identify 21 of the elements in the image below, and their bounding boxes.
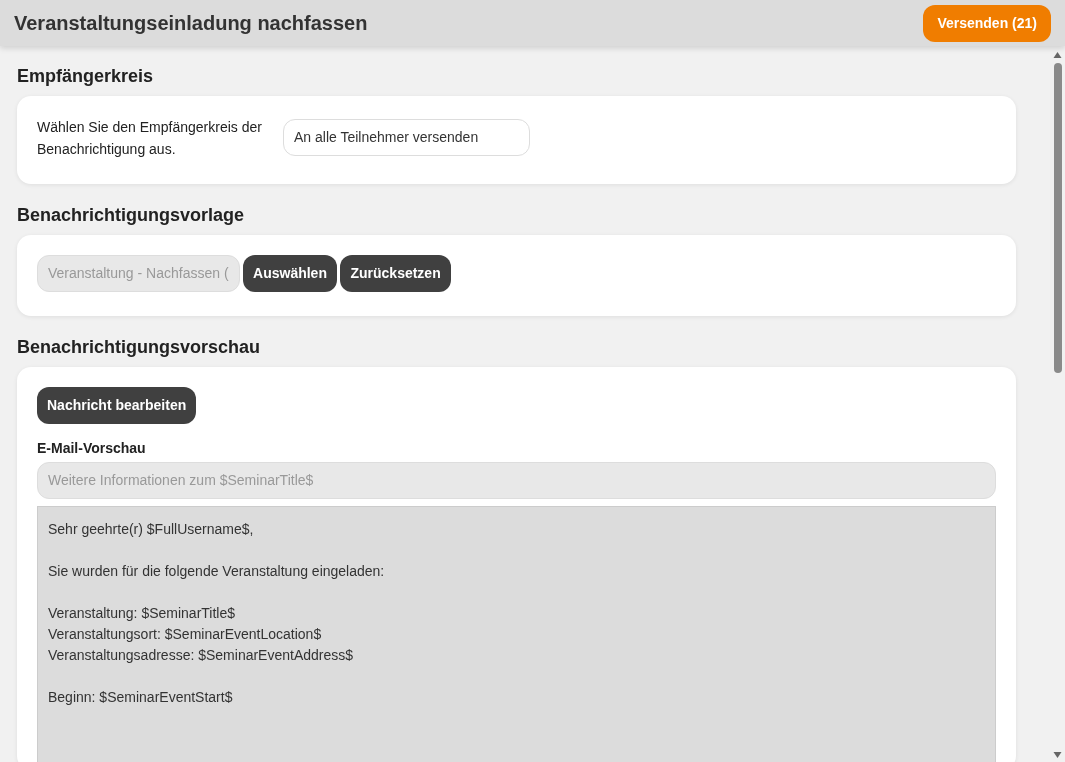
email-text-line: Veranstaltung: $SeminarTitle$ bbox=[48, 604, 237, 624]
scroll-down-icon[interactable] bbox=[1053, 751, 1062, 759]
recipient-select[interactable]: An alle Teilnehmer versenden bbox=[283, 119, 530, 157]
field-label: Wählen Sie den Empfängerkreis der Benachrichtigung aus. bbox=[37, 117, 262, 159]
section-heading: Empfängerkreis bbox=[17, 66, 155, 88]
reset-button[interactable]: Zurücksetzen bbox=[340, 254, 451, 292]
subject-field: Weitere Informationen zum $SeminarTitle$ bbox=[37, 462, 996, 500]
template-field: Veranstaltung - Nachfassen ( bbox=[37, 254, 240, 292]
edit-message-button[interactable]: Nachricht bearbeiten bbox=[37, 386, 197, 424]
email-text-line: Sie wurden für die folgende Veranstaltung eingeladen: bbox=[48, 562, 386, 582]
email-text-line: Beginn: $SeminarEventStart$ bbox=[48, 688, 234, 708]
scrollbar-thumb[interactable] bbox=[1053, 63, 1062, 373]
page-title: Veranstaltungseinladung nachfassen bbox=[14, 11, 368, 35]
section-heading: Benachrichtigungsvorschau bbox=[17, 336, 262, 359]
email-text-line: Veranstaltungsort: $SeminarEventLocation$ bbox=[48, 625, 323, 645]
email-text-line: Veranstaltungsadresse: $SeminarEventAddress$ bbox=[48, 646, 355, 666]
select-button[interactable]: Auswählen bbox=[243, 254, 337, 292]
scroll-up-icon[interactable] bbox=[1053, 51, 1062, 59]
section-heading: Benachrichtigungsvorlage bbox=[17, 205, 246, 227]
field-label: E-Mail-Vorschau bbox=[37, 438, 147, 458]
email-text-line: Sehr geehrte(r) $FullUsername$, bbox=[48, 520, 255, 540]
